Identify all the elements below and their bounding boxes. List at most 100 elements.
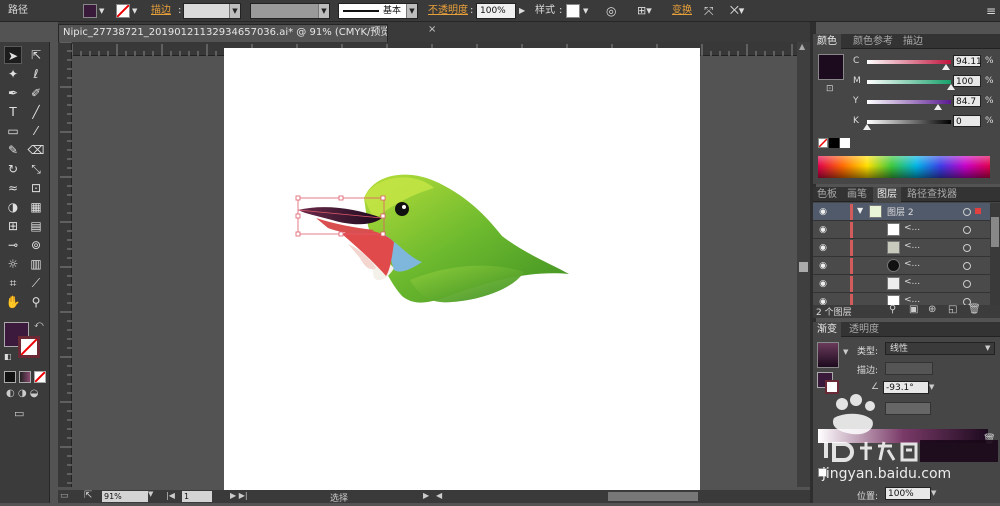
slider-knob-icon[interactable] [934,104,943,110]
curvature-icon[interactable]: ✐ [27,84,45,102]
current-fill-swatch[interactable] [818,54,844,80]
angle-input[interactable]: -93.1° [883,381,929,394]
tab-stroke[interactable]: 描边 [899,34,927,49]
transform-link[interactable]: 变换 [672,3,692,19]
fill-dropdown-arrow-icon[interactable]: ▼ [99,3,104,19]
recolor-artwork-icon[interactable]: ◎ [606,3,616,19]
new-sublayer-icon[interactable]: ⊕ [928,304,936,315]
warp-icon[interactable]: ≈ [4,179,22,197]
style-dropdown-arrow-icon[interactable]: ▼ [583,3,588,19]
variable-width-dropdown[interactable]: ▼ [250,3,330,19]
channel-value-k[interactable]: 0 [953,115,981,127]
vertical-ruler[interactable] [58,41,72,487]
gradient-mode-button[interactable] [19,371,31,383]
default-colors-icon[interactable]: ◧ [4,352,12,361]
aspect-ratio-input[interactable] [885,402,931,415]
locate-object-icon[interactable]: ⚲ [889,304,896,315]
stroke-color-box[interactable] [18,336,40,358]
red-throat-shape[interactable] [342,229,394,276]
pencil-icon[interactable]: ✎ [4,141,22,159]
document-tab[interactable]: Nipic_27738721_20190121132934657036.ai* … [58,24,388,42]
sublayer-row[interactable]: ◉ <... [813,257,990,275]
opacity-input[interactable]: 100% [476,3,516,19]
scroll-left-icon[interactable]: ◀ [436,491,442,500]
color-mode-button[interactable] [4,371,16,383]
delete-stop-icon[interactable]: 🗑 [983,434,996,445]
free-transform-icon[interactable]: ⊡ [27,179,45,197]
type-icon[interactable]: T [4,103,22,121]
pen-icon[interactable]: ✒ [4,84,22,102]
next-page-icon[interactable]: ▶ ▶| [230,491,248,500]
target-ring-icon[interactable] [963,208,971,216]
gradient-slider[interactable] [818,429,988,443]
tab-brushes[interactable]: 画笔 [843,187,871,202]
swap-fill-stroke-icon[interactable]: ⤺ [34,320,44,330]
horizontal-scroll-thumb[interactable] [608,492,698,501]
eye-icon[interactable]: ◉ [817,260,829,272]
stroke-weight-dropdown[interactable]: ▼ [183,3,241,19]
scroll-up-icon[interactable]: ▲ [799,42,805,51]
sublayer-name[interactable]: <... [904,223,920,233]
stroke-gradient-buttons[interactable] [885,362,933,375]
eyedropper-icon[interactable]: ⊸ [4,236,22,254]
sublayer-row[interactable]: ◉ <... [813,293,990,305]
draw-modes-icon[interactable]: ◐ ◑ ◒ [6,388,39,399]
zoom-icon[interactable]: ⚲ [27,293,45,311]
gradient-stroke-box[interactable] [825,380,839,394]
zoom-input[interactable]: 91% [102,491,148,502]
expand-triangle-icon[interactable]: ▼ [857,206,863,215]
screen-mode-icon[interactable]: ▭ [14,407,24,420]
gradient-type-select[interactable]: 线性 [885,342,995,355]
delete-layer-icon[interactable]: 🗑 [968,304,981,315]
layer-row-main[interactable]: ◉ ▼ 图层 2 [813,203,990,221]
selection-indicator[interactable] [975,208,981,214]
page-input[interactable]: 1 [182,491,212,502]
mesh-icon[interactable]: ⊞ [4,217,22,235]
opacity-arrow-icon[interactable]: ▶ [519,3,525,19]
close-tab-icon[interactable]: × [428,24,436,35]
channel-value-y[interactable]: 84.7 [953,95,981,107]
direct-selection-icon[interactable]: ⇱ [27,46,45,64]
symbol-sprayer-icon[interactable]: ☼ [4,255,22,273]
eraser-icon[interactable]: ⌫ [27,141,45,159]
export-icon[interactable]: ⇱ [84,490,92,501]
artboard-icon[interactable]: ⌗ [4,274,22,292]
color-spectrum-bar[interactable] [818,156,990,178]
lasso-icon[interactable]: ℓ [27,65,45,83]
location-input[interactable]: 100% [885,487,931,500]
isolate-icon[interactable]: ⤧ [704,3,714,19]
chevron-down-icon[interactable]: ▼ [843,348,848,356]
chevron-down-icon[interactable]: ▼ [931,489,936,497]
sublayer-name[interactable]: <... [904,277,920,287]
bird-illustration[interactable] [224,48,700,503]
align-icon[interactable]: ⊞▾ [637,3,652,19]
hand-icon[interactable]: ✋ [4,293,22,311]
channel-slider-k[interactable] [867,120,951,124]
layers-scrollbar[interactable] [990,203,1000,305]
line-segment-icon[interactable]: ╱ [27,103,45,121]
perspective-grid-icon[interactable]: ▦ [27,198,45,216]
status-menu-arrow-icon[interactable]: ▶ [423,491,429,500]
chevron-down-icon[interactable]: ▼ [929,383,934,391]
column-graph-icon[interactable]: ▥ [27,255,45,273]
slider-knob-icon[interactable] [863,124,871,130]
white-swatch[interactable] [840,138,850,148]
vertical-scrollbar[interactable]: ▲ [797,42,810,487]
tab-swatches[interactable]: 色板 [813,187,841,202]
scale-icon[interactable]: ⤡ [27,160,45,178]
gradient-preview-swatch[interactable] [817,342,839,368]
sublayer-name[interactable]: <... [904,259,920,269]
graphic-style-swatch[interactable] [566,4,580,18]
black-swatch[interactable] [829,138,839,148]
artboard[interactable] [224,48,700,503]
fill-swatch[interactable] [83,4,97,18]
tab-layers[interactable]: 图层 [873,187,901,202]
gradient-stop-start[interactable] [818,468,827,477]
arrange-icon[interactable]: ⨉▾ [730,3,744,19]
tab-color[interactable]: 颜色 [813,34,841,49]
eye-icon[interactable]: ◉ [817,224,829,236]
gradient-icon[interactable]: ▤ [27,217,45,235]
sublayer-row[interactable]: ◉ <... [813,239,990,257]
channel-slider-m[interactable] [867,80,951,84]
sublayer-row[interactable]: ◉ <... [813,221,990,239]
